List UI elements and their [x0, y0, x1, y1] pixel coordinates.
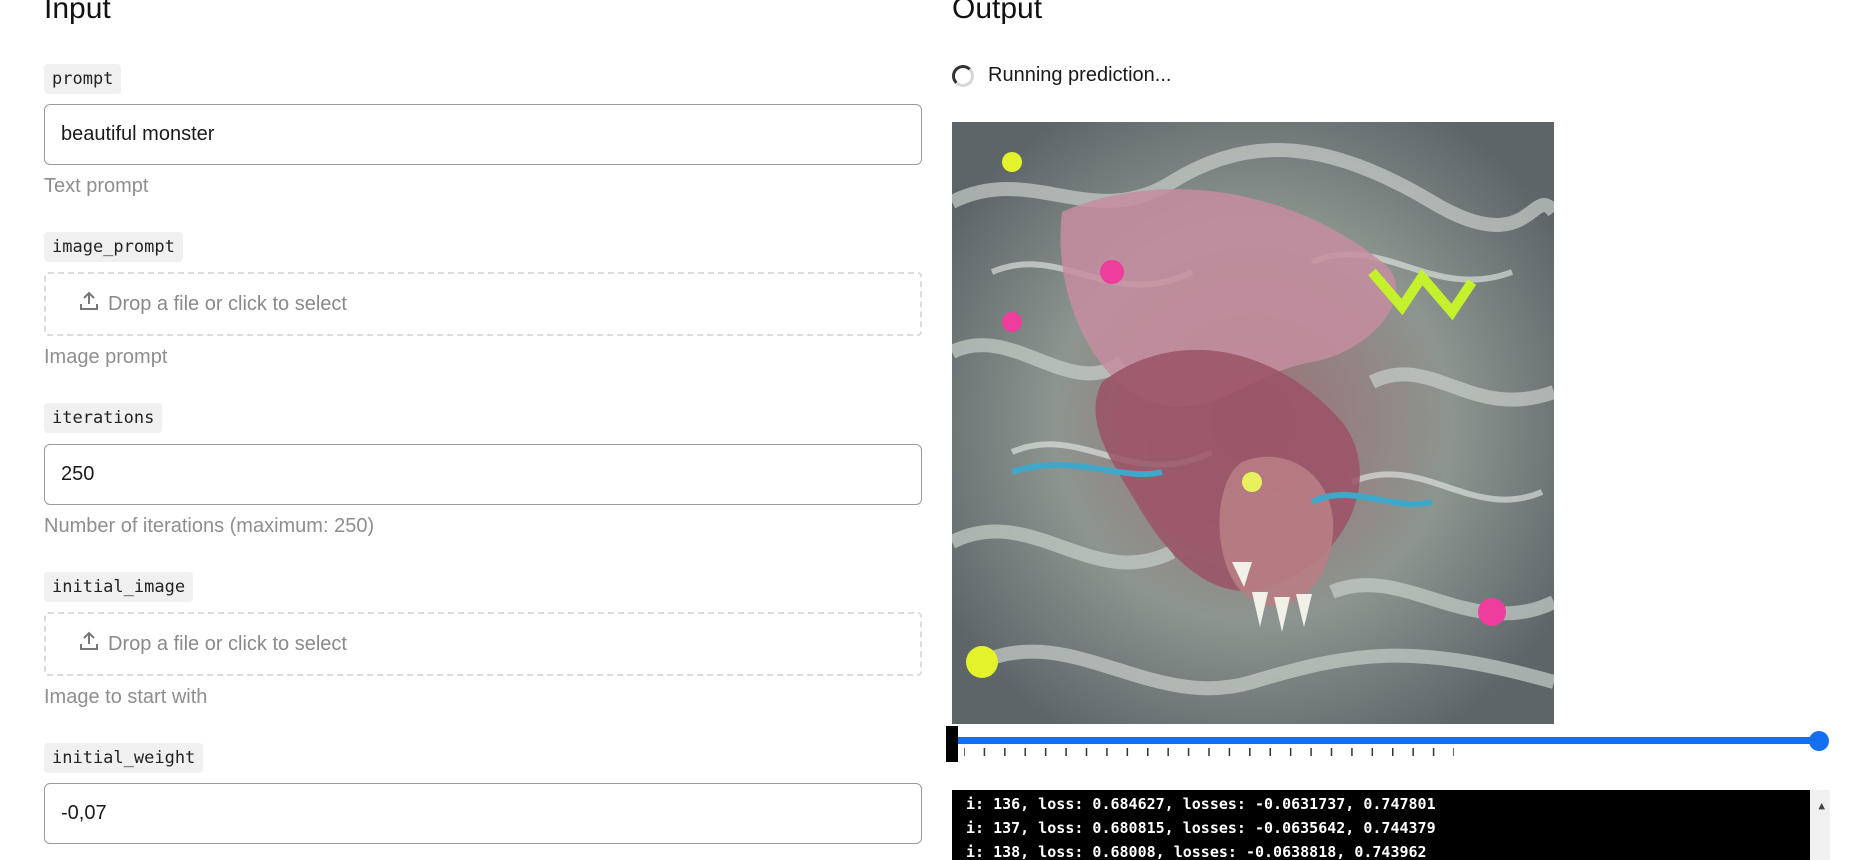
log-output: i: 136, loss: 0.684627, losses: -0.06317…	[952, 790, 1830, 860]
status-text: Running prediction...	[988, 64, 1172, 86]
log-line: i: 136, loss: 0.684627, losses: -0.06317…	[966, 795, 1436, 813]
initial-weight-value: -0,07	[61, 802, 107, 824]
input-title: Input	[44, 0, 111, 25]
upload-icon	[78, 630, 100, 658]
slider-end-knob[interactable]	[1809, 731, 1829, 751]
progress-slider[interactable]	[946, 726, 1829, 776]
iterations-input[interactable]: 250	[44, 444, 922, 505]
scroll-up-icon[interactable]: ▲	[1818, 794, 1825, 818]
output-image-art	[952, 122, 1554, 724]
prompt-hint: Text prompt	[44, 175, 149, 197]
prompt-value: beautiful monster	[61, 123, 215, 145]
image-prompt-label: image_prompt	[44, 232, 183, 262]
initial-weight-input[interactable]: -0,07	[44, 783, 922, 844]
initial-image-drop-text: Drop a file or click to select	[108, 632, 347, 655]
log-scrollbar[interactable]: ▲	[1810, 790, 1830, 860]
iterations-label: iterations	[44, 403, 163, 433]
initial-weight-label: initial_weight	[44, 743, 204, 773]
prompt-input[interactable]: beautiful monster	[44, 104, 922, 165]
upload-icon	[78, 290, 100, 318]
initial-image-dropzone[interactable]: Drop a file or click to select	[44, 612, 922, 676]
iterations-hint: Number of iterations (maximum: 250)	[44, 515, 375, 537]
image-prompt-hint: Image prompt	[44, 346, 168, 368]
image-prompt-drop-text: Drop a file or click to select	[108, 292, 347, 315]
output-image	[952, 122, 1554, 724]
spinner-icon	[952, 64, 974, 87]
log-line: i: 137, loss: 0.680815, losses: -0.06356…	[966, 819, 1436, 837]
log-line: i: 138, loss: 0.68008, losses: -0.063881…	[966, 843, 1427, 860]
slider-ticks	[964, 748, 1454, 756]
slider-handle[interactable]	[946, 726, 958, 762]
iterations-value: 250	[61, 463, 95, 485]
output-title: Output	[952, 0, 1043, 25]
prediction-status: Running prediction...	[952, 64, 1171, 87]
prompt-label: prompt	[44, 64, 122, 94]
slider-track	[952, 737, 1818, 744]
image-prompt-dropzone[interactable]: Drop a file or click to select	[44, 272, 922, 336]
initial-image-hint: Image to start with	[44, 686, 208, 708]
initial-image-label: initial_image	[44, 572, 194, 602]
